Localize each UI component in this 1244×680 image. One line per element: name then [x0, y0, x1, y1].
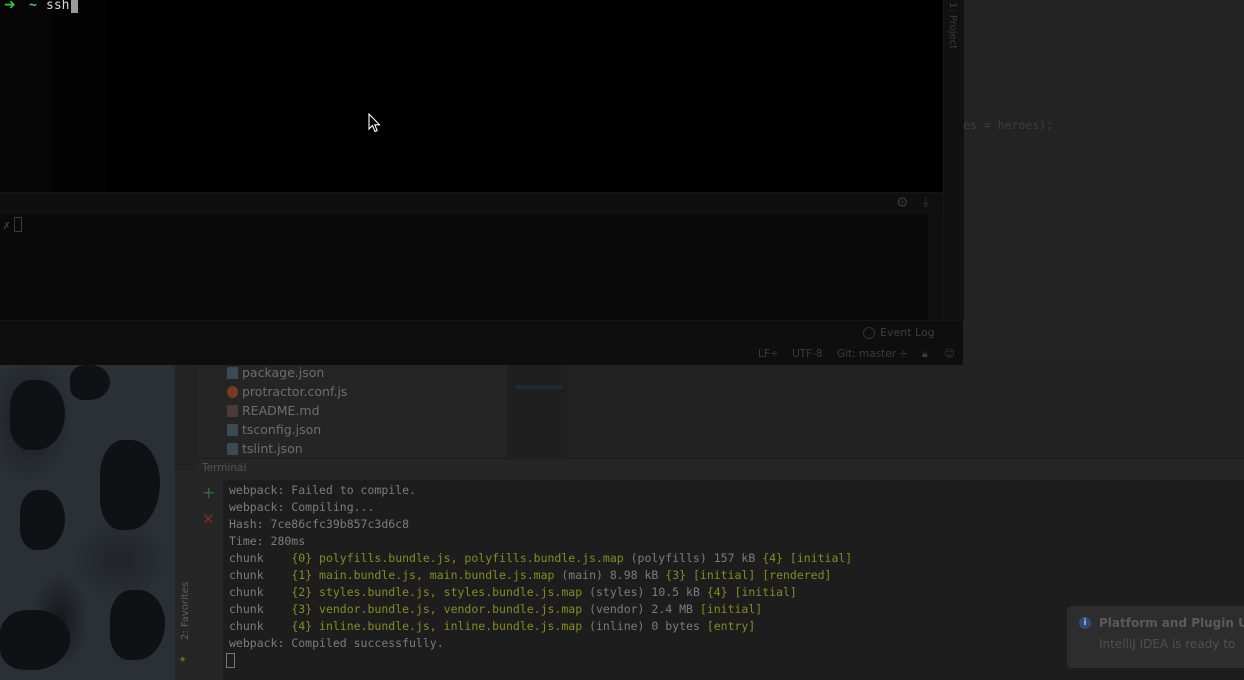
- chunk-line: chunk {0} polyfills.bundle.js, polyfills…: [229, 551, 853, 565]
- file-item[interactable]: protractor.conf.js: [227, 384, 347, 402]
- prompt-directory: ~: [29, 0, 37, 13]
- event-log-icon: [863, 327, 875, 339]
- file-name: README.md: [242, 403, 320, 418]
- face-icon: ☺: [944, 348, 955, 360]
- tool-window-bar: [0, 320, 963, 345]
- file-item[interactable]: README.md: [227, 403, 320, 421]
- hide-panel-icon[interactable]: ⤓: [923, 195, 929, 210]
- editor-selection-marker: [515, 385, 563, 389]
- terminal-cursor: [71, 0, 78, 13]
- encoding-widget[interactable]: UTF-8: [792, 348, 823, 360]
- file-item[interactable]: tslint.json: [227, 441, 303, 459]
- event-log-button[interactable]: Event Log: [880, 326, 935, 339]
- favorites-tab[interactable]: 2: Favorites: [180, 582, 191, 640]
- close-session-x-icon[interactable]: ✕: [202, 510, 215, 528]
- chunk-line: chunk {4} inline.bundle.js, inline.bundl…: [229, 619, 756, 633]
- desktop-wallpaper: [0, 360, 175, 680]
- favorites-tool-strip: [175, 470, 198, 680]
- gear-icon[interactable]: ⚙: [896, 195, 909, 211]
- notification-title[interactable]: Platform and Plugin U: [1099, 616, 1244, 630]
- json-file-icon: [227, 367, 238, 379]
- file-name: protractor.conf.js: [242, 384, 348, 399]
- info-icon: i: [1079, 617, 1091, 629]
- terminal-left-pane-2: [52, 0, 107, 192]
- inner-terminal[interactable]: [0, 214, 928, 320]
- chunk-line: chunk {2} styles.bundle.js, styles.bundl…: [229, 585, 797, 599]
- markdown-file-icon: [227, 405, 238, 417]
- new-session-plus-icon[interactable]: +: [202, 483, 215, 502]
- editor-code-fragment: es = heroes);: [963, 118, 1054, 132]
- protractor-file-icon: [227, 386, 238, 398]
- file-name: tsconfig.json: [242, 422, 322, 437]
- editor-area[interactable]: [567, 365, 1244, 457]
- terminal-line: webpack: Failed to compile.: [229, 483, 416, 497]
- prompt-arrow-icon: ➜: [4, 0, 16, 13]
- git-branch-widget[interactable]: Git: master ÷: [837, 348, 908, 360]
- editor-gutter: [507, 365, 567, 457]
- inner-terminal-cursor: [14, 217, 22, 232]
- project-tab[interactable]: 1: Project: [947, 2, 958, 49]
- terminal-line: webpack: Compiling...: [229, 500, 375, 514]
- terminal-window[interactable]: [0, 0, 943, 192]
- terminal-tab[interactable]: Terminal: [202, 462, 246, 474]
- file-item[interactable]: tsconfig.json: [227, 422, 321, 440]
- inner-prompt-symbol: ✗: [3, 218, 11, 232]
- json-file-icon: [227, 424, 238, 436]
- project-tree: package.json protractor.conf.js README.m…: [197, 365, 507, 457]
- file-name: package.json: [242, 365, 325, 380]
- chunk-line: chunk {3} vendor.bundle.js, vendor.bundl…: [229, 602, 763, 616]
- terminal-cursor: [226, 653, 235, 668]
- json-file-icon: [227, 443, 238, 455]
- terminal-left-pane: [0, 0, 52, 192]
- terminal-line: Time: 280ms: [229, 534, 306, 548]
- file-item[interactable]: package.json: [227, 365, 324, 383]
- lock-icon[interactable]: 🔒︎: [922, 348, 928, 361]
- terminal-line: Hash: 7ce86cfc39b857c3d6c8: [229, 517, 410, 531]
- inner-terminal-scrollbar[interactable]: [928, 214, 943, 320]
- notification-body: IntelliJ IDEA is ready to: [1099, 637, 1236, 651]
- terminal-toolbar: [0, 192, 943, 215]
- file-name: tslint.json: [242, 441, 303, 456]
- star-icon: ★: [179, 651, 187, 665]
- terminal-line: webpack: Compiled successfully.: [229, 636, 444, 650]
- typed-command[interactable]: ssh: [46, 0, 69, 13]
- chunk-line: chunk {1} main.bundle.js, main.bundle.js…: [229, 568, 832, 582]
- terminal-panel-header: [197, 458, 1244, 481]
- line-separator-widget[interactable]: LF÷: [758, 348, 779, 360]
- mouse-pointer-icon: [368, 113, 381, 133]
